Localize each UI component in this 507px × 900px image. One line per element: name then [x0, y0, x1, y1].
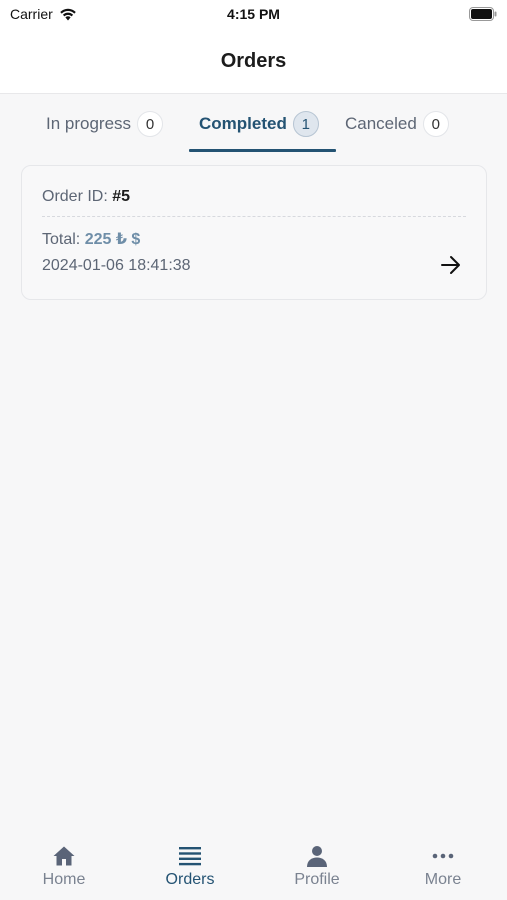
nav-label: Orders: [165, 871, 215, 888]
tab-canceled[interactable]: Canceled 0: [345, 95, 449, 153]
tab-in-progress[interactable]: In progress 0: [46, 95, 164, 153]
tab-count-badge: 0: [422, 111, 449, 137]
battery-icon: [469, 7, 497, 21]
orders-screen: Carrier 4:15 PM Orders In progress 0 Com…: [0, 0, 507, 900]
nav-profile[interactable]: Profile: [254, 844, 380, 889]
tab-count-badge: 0: [137, 111, 164, 137]
active-tab-indicator: [189, 149, 336, 152]
order-id-label: Order ID:: [42, 188, 108, 205]
nav-more[interactable]: More: [380, 844, 506, 889]
nav-label: More: [424, 871, 462, 888]
order-status-tabs: In progress 0 Completed 1 Canceled 0: [0, 95, 507, 153]
more-dots-icon: [432, 853, 454, 859]
arrow-right-icon[interactable]: [440, 254, 462, 276]
order-id-value: #5: [112, 188, 131, 205]
nav-home[interactable]: Home: [1, 844, 127, 889]
order-id-row: Order ID: #5: [42, 188, 130, 206]
order-card[interactable]: Order ID: #5 Total: 225 ₺ $ 2024-01-06 1…: [21, 165, 487, 300]
order-total-row: Total: 225 ₺ $: [42, 229, 140, 249]
tab-label: In progress: [46, 114, 132, 133]
tab-label: Canceled: [345, 114, 417, 133]
nav-label: Home: [42, 871, 86, 888]
nav-label: Profile: [294, 871, 340, 888]
tab-completed[interactable]: Completed 1: [199, 95, 319, 153]
list-icon: [179, 847, 201, 866]
status-bar: Carrier 4:15 PM: [0, 0, 507, 30]
status-time: 4:15 PM: [227, 6, 280, 22]
home-icon: [53, 846, 75, 866]
dashed-divider: [42, 216, 466, 217]
app-header: Orders: [0, 30, 507, 94]
person-icon: [307, 846, 327, 867]
bottom-tab-bar: Home Orders Profile More: [0, 836, 507, 900]
tab-label: Completed: [199, 114, 287, 133]
nav-orders[interactable]: Orders: [127, 844, 253, 889]
tab-count-badge: 1: [292, 111, 319, 137]
order-total-label: Total:: [42, 231, 81, 248]
order-date: 2024-01-06 18:41:38: [42, 257, 191, 274]
page-title: Orders: [220, 50, 287, 72]
order-total-value: 225 ₺ $: [84, 231, 141, 248]
